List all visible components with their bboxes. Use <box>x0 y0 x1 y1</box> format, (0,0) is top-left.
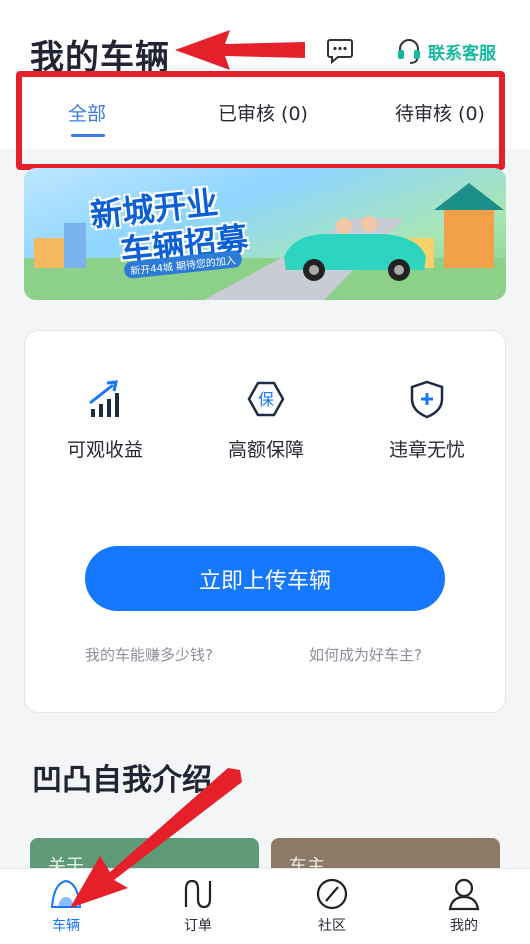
feature-earnings: 可观收益 <box>35 379 175 462</box>
earnings-link[interactable]: 我的车能赚多少钱? <box>85 644 213 665</box>
upload-vehicle-button[interactable]: 立即上传车辆 <box>85 546 445 611</box>
nav-profile-label: 我的 <box>450 918 478 934</box>
contact-service-label: 联系客服 <box>428 43 496 64</box>
upload-vehicle-card: 可观收益 保 高额保障 违章无忧 立即上传车辆 我的车能赚多少钱? 如何成为好车… <box>24 330 506 713</box>
good-owner-link[interactable]: 如何成为好车主? <box>309 644 422 665</box>
annotation-arrow-bottom <box>70 768 242 908</box>
feature-violation: 违章无忧 <box>357 379 497 462</box>
growth-chart-icon <box>89 380 119 417</box>
nav-profile[interactable]: 我的 <box>424 877 504 935</box>
convertible-car-illustration <box>284 216 426 281</box>
profile-tab-icon <box>448 878 480 911</box>
feature-insurance: 保 高额保障 <box>196 379 336 462</box>
contact-service-button[interactable]: 联系客服 <box>394 36 496 66</box>
feature-violation-label: 违章无忧 <box>388 439 465 461</box>
shield-plus-icon <box>410 380 444 419</box>
nav-community-label: 社区 <box>318 918 346 934</box>
feature-earnings-label: 可观收益 <box>66 439 143 461</box>
community-tab-icon <box>316 878 348 910</box>
recruitment-banner[interactable]: 新城开业 车辆招募 新开44城 期待您的加入 <box>24 168 506 300</box>
nav-vehicles-label: 车辆 <box>52 918 80 934</box>
page: 我的车辆 联系客服 全部 已审核 (0) 待审核 (0) 新城开业 车辆招募 新… <box>0 0 530 944</box>
nav-orders-label: 订单 <box>184 918 212 934</box>
insurance-glyph: 保 <box>258 390 274 409</box>
insurance-icon: 保 <box>247 381 285 417</box>
annotation-highlight-box <box>16 71 505 170</box>
feature-insurance-label: 高额保障 <box>227 439 304 461</box>
message-icon[interactable] <box>326 38 354 64</box>
nav-community[interactable]: 社区 <box>292 877 372 935</box>
annotation-arrow-top <box>175 30 305 70</box>
headset-icon <box>398 39 420 64</box>
